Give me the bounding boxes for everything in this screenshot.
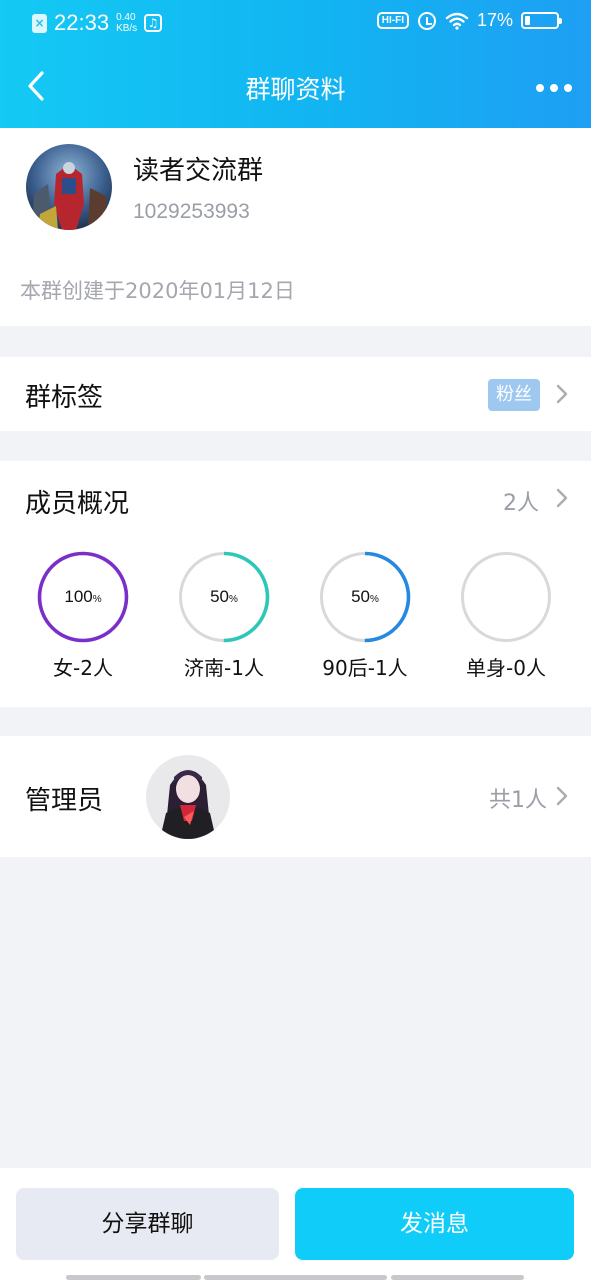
group-profile-card: 读者交流群 1029253993 本群创建于2020年01月12日 <box>0 128 591 326</box>
share-group-button[interactable]: 分享群聊 <box>16 1188 279 1260</box>
stat-ring-location: 50% <box>178 551 270 643</box>
network-speed: 0.40 KB/s <box>116 12 137 34</box>
stat-label: 单身-0人 <box>466 656 546 680</box>
nav-gesture-bar <box>204 1275 387 1280</box>
hifi-icon: HI-FI <box>376 12 409 29</box>
stat-percent: 50 <box>210 587 229 606</box>
stat-percent: 50 <box>351 587 370 606</box>
alarm-icon <box>417 11 436 30</box>
more-button[interactable] <box>535 76 573 100</box>
wifi-icon <box>445 12 469 30</box>
group-id: 1029253993 <box>133 200 250 223</box>
admin-count: 共1人 <box>489 788 547 813</box>
stat-ring-age: 50% <box>319 551 411 643</box>
stat-label: 济南-1人 <box>184 656 264 680</box>
network-speed-value: 0.40 <box>116 12 136 23</box>
stat-percent-unit: % <box>370 594 379 605</box>
group-name: 读者交流群 <box>133 156 264 186</box>
member-count: 2人 <box>503 491 539 516</box>
header: × 22:33 0.40 KB/s ♫ HI-FI 17% 群聊资料 <box>0 0 591 128</box>
stat-label: 女-2人 <box>53 656 113 680</box>
stat-label: 90后-1人 <box>322 656 408 680</box>
member-overview-label: 成员概况 <box>25 489 130 519</box>
status-time: 22:33 <box>54 10 110 35</box>
admin-row[interactable]: 管理员 共1人 <box>0 736 591 857</box>
battery-level <box>525 16 530 25</box>
nav-gesture-bar <box>391 1275 524 1280</box>
music-icon: ♫ <box>144 14 163 32</box>
status-bar: × 22:33 0.40 KB/s ♫ HI-FI 17% <box>0 0 591 46</box>
no-sim-icon: × <box>32 13 47 33</box>
chevron-right-icon <box>556 488 568 508</box>
stat-percent: 100 <box>64 587 93 606</box>
page-title: 群聊资料 <box>245 75 346 104</box>
group-avatar[interactable] <box>26 144 112 230</box>
stat-percent-unit: % <box>92 594 102 605</box>
nav-gesture-bar <box>66 1275 201 1280</box>
chevron-right-icon <box>556 786 568 806</box>
battery-icon <box>521 12 562 29</box>
stat-ring-single <box>460 551 552 643</box>
tag-badge: 粉丝 <box>488 379 540 411</box>
admin-label: 管理员 <box>25 786 104 816</box>
bottom-action-bar: 分享群聊 发消息 <box>0 1168 591 1280</box>
group-tags-row[interactable]: 群标签 粉丝 <box>0 357 591 431</box>
stat-percent-unit: % <box>229 594 238 605</box>
group-tags-label: 群标签 <box>25 383 104 413</box>
send-message-button[interactable]: 发消息 <box>295 1188 574 1260</box>
network-speed-unit: KB/s <box>116 23 138 34</box>
admin-avatar[interactable] <box>146 755 230 839</box>
group-created-date: 本群创建于2020年01月12日 <box>20 279 295 303</box>
member-overview-card: 成员概况 2人 100% 女-2人 50% 济南-1人 50% 90后-1人 单… <box>0 461 591 707</box>
chevron-right-icon <box>556 384 568 404</box>
battery-percent: 17% <box>476 10 513 30</box>
stat-ring-gender: 100% <box>37 551 129 643</box>
